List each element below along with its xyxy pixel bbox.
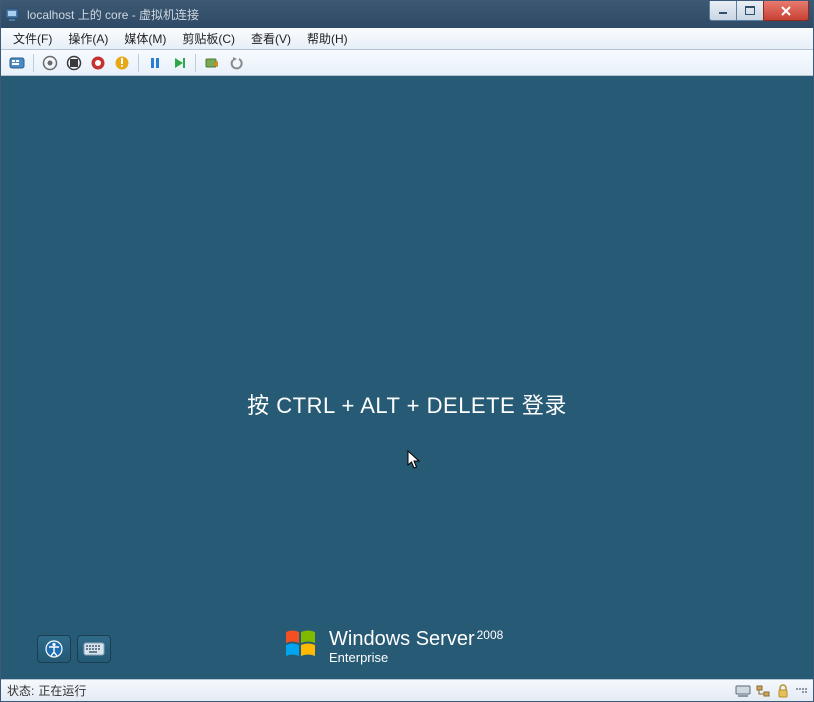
toolbar-separator (195, 54, 196, 72)
network-icon (755, 683, 771, 699)
pause-button[interactable] (145, 53, 165, 73)
revert-button[interactable] (226, 53, 246, 73)
keyboard-button[interactable] (77, 635, 111, 663)
windows-flag-icon (283, 626, 319, 667)
snapshot-button[interactable] (202, 53, 222, 73)
window-title: localhost 上的 core - 虚拟机连接 (27, 6, 809, 23)
menu-action[interactable]: 操作(A) (60, 28, 116, 49)
resize-grip-icon[interactable] (795, 688, 807, 693)
menu-help[interactable]: 帮助(H) (299, 28, 356, 49)
mouse-cursor-icon (407, 450, 421, 475)
vm-connection-window: localhost 上的 core - 虚拟机连接 文件(F) 操作(A) 媒体… (0, 0, 814, 702)
toolbar-separator (138, 54, 139, 72)
menu-media[interactable]: 媒体(M) (116, 28, 174, 49)
vm-guest-screen[interactable]: 按 CTRL + ALT + DELETE 登录 (1, 76, 813, 679)
menu-view[interactable]: 查看(V) (243, 28, 299, 49)
reset-button[interactable] (169, 53, 189, 73)
start-button[interactable] (40, 53, 60, 73)
brand-edition: Enterprise (329, 651, 503, 664)
ease-of-access-button[interactable] (37, 635, 71, 663)
titlebar[interactable]: localhost 上的 core - 虚拟机连接 (1, 1, 813, 28)
minimize-button[interactable] (709, 1, 737, 21)
maximize-button[interactable] (736, 1, 764, 21)
toolbar-separator (33, 54, 34, 72)
ctrl-alt-del-button[interactable] (7, 53, 27, 73)
save-button[interactable] (112, 53, 132, 73)
brand-main-line: Windows Server2008 (329, 629, 503, 649)
menubar: 文件(F) 操作(A) 媒体(M) 剪贴板(C) 查看(V) 帮助(H) (1, 28, 813, 50)
toolbar (1, 50, 813, 76)
lock-icon (775, 683, 791, 699)
status-value: 正在运行 (38, 682, 86, 699)
os-branding: Windows Server2008 Enterprise (283, 626, 503, 667)
statusbar: 状态: 正在运行 (1, 679, 813, 701)
menu-clipboard[interactable]: 剪贴板(C) (174, 28, 243, 49)
login-prompt: 按 CTRL + ALT + DELETE 登录 (1, 388, 813, 420)
app-icon (5, 7, 21, 23)
status-label: 状态: (7, 682, 34, 699)
shutdown-button[interactable] (88, 53, 108, 73)
menu-file[interactable]: 文件(F) (5, 28, 60, 49)
disk-icon (735, 683, 751, 699)
close-button[interactable] (763, 1, 809, 21)
turnoff-button[interactable] (64, 53, 84, 73)
